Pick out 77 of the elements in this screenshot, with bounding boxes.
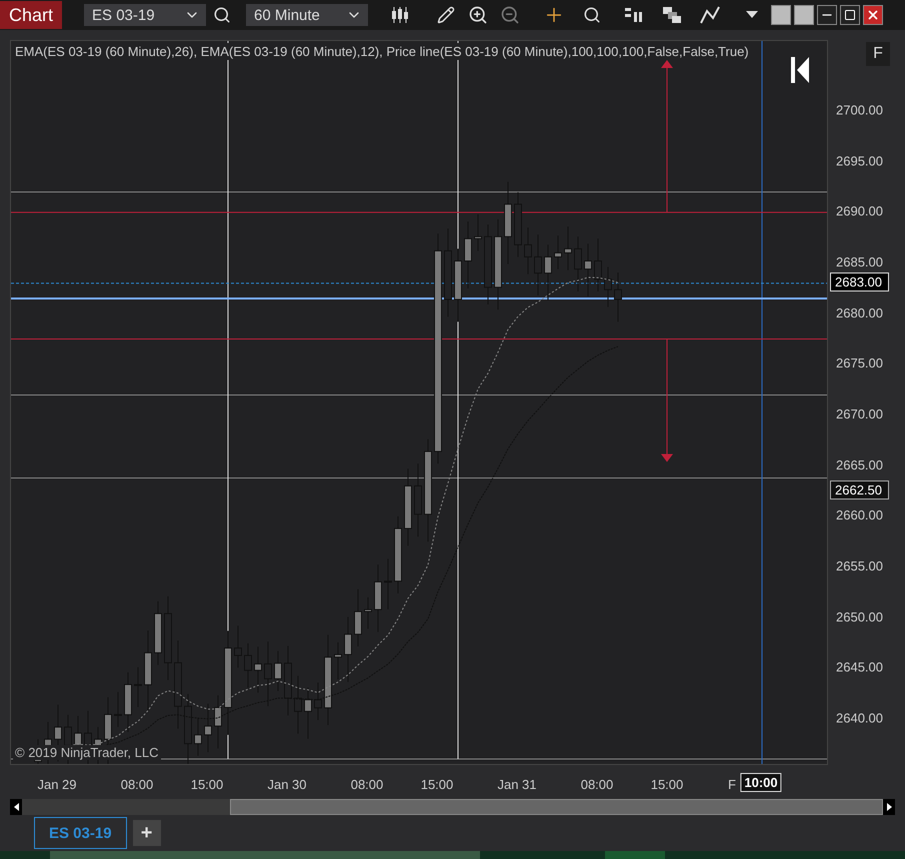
axis-label: 15:00 bbox=[190, 777, 224, 792]
back-icon bbox=[791, 57, 809, 83]
scrollbar-thumb[interactable] bbox=[230, 799, 883, 815]
candlestick bbox=[314, 682, 322, 720]
axis-label: Jan 30 bbox=[267, 777, 307, 792]
candlestick bbox=[544, 244, 552, 301]
crosshair-time: 10:00 bbox=[740, 773, 782, 792]
candlestick bbox=[474, 214, 482, 252]
instrument-dropdown[interactable]: ES 03-19 bbox=[84, 4, 206, 26]
axis-label: 2685.00 bbox=[836, 254, 883, 270]
candlestick bbox=[294, 675, 302, 734]
interval-dropdown[interactable]: 60 Minute bbox=[246, 4, 368, 26]
candlestick bbox=[264, 641, 272, 707]
candlestick bbox=[334, 642, 342, 680]
indicator-legend: EMA(ES 03-19 (60 Minute),26), EMA(ES 03-19 (60 Minute),12), Price line(ES 03-19 (60 Minute),100,100,100,False,False,True) bbox=[13, 43, 751, 60]
axis-label: 2650.00 bbox=[836, 609, 883, 624]
scroll-right-button[interactable] bbox=[883, 799, 895, 815]
maximize-icon bbox=[844, 9, 856, 21]
candlestick bbox=[284, 646, 292, 716]
candlestick bbox=[364, 596, 372, 630]
candlestick bbox=[574, 236, 582, 292]
axis-label: 2655.00 bbox=[836, 558, 883, 574]
candlestick bbox=[274, 650, 282, 692]
axis-label: 2695.00 bbox=[836, 153, 883, 168]
candlestick bbox=[124, 672, 132, 732]
axis-label: 08:00 bbox=[580, 777, 614, 792]
candlestick bbox=[354, 588, 362, 647]
close-icon bbox=[866, 8, 880, 22]
candlestick bbox=[344, 616, 352, 682]
axis-label: 2690.00 bbox=[836, 204, 883, 219]
axis-label: 08:00 bbox=[350, 777, 384, 792]
axis-label: Jan 31 bbox=[497, 777, 537, 792]
axis-label: 2645.00 bbox=[836, 660, 883, 675]
axis-label: 2665.00 bbox=[836, 457, 883, 472]
candlestick bbox=[254, 646, 262, 694]
candlestick bbox=[304, 687, 312, 740]
minimize-button[interactable] bbox=[817, 5, 838, 25]
axis-label: 2670.00 bbox=[836, 406, 883, 422]
candlestick bbox=[584, 243, 592, 297]
chart-tab[interactable]: ES 03-19 bbox=[34, 817, 127, 849]
price-marker: 2662.50 bbox=[830, 480, 889, 500]
candlestick bbox=[604, 266, 612, 308]
axis-label: 2680.00 bbox=[836, 305, 883, 320]
axis-label: F bbox=[728, 777, 736, 792]
axis-label: 08:00 bbox=[120, 777, 154, 792]
axis-label: 2700.00 bbox=[836, 102, 883, 118]
price-marker: 2683.00 bbox=[830, 272, 889, 292]
axis-label: 2660.00 bbox=[836, 508, 883, 523]
candlestick bbox=[534, 234, 542, 296]
candlestick bbox=[214, 694, 222, 749]
close-button[interactable] bbox=[863, 5, 884, 25]
axis-label: 2640.00 bbox=[836, 710, 883, 726]
panel-button[interactable]: F bbox=[866, 42, 890, 66]
candlestick bbox=[594, 238, 602, 292]
candlestick bbox=[514, 192, 522, 258]
copyright-text: © 2019 NinjaTrader, LLC bbox=[13, 745, 161, 760]
scroll-left-button[interactable] bbox=[10, 799, 22, 815]
right-arrow-icon bbox=[886, 803, 892, 811]
candlestick bbox=[204, 703, 212, 753]
candlestick bbox=[614, 272, 622, 322]
left-arrow-icon bbox=[14, 803, 18, 811]
candlestick bbox=[154, 600, 162, 666]
window-title: Chart bbox=[0, 1, 62, 29]
panel-icon[interactable] bbox=[771, 5, 792, 25]
maximize-button[interactable] bbox=[840, 5, 860, 25]
add-tab-button[interactable]: + bbox=[132, 820, 161, 846]
axis-label: 15:00 bbox=[420, 777, 454, 792]
panel-icon[interactable] bbox=[794, 5, 814, 25]
candlestick bbox=[554, 235, 562, 270]
candlestick bbox=[194, 717, 202, 756]
candlestick bbox=[374, 564, 382, 632]
candlestick bbox=[464, 220, 472, 289]
axis-label: 2675.00 bbox=[836, 356, 883, 371]
axis-label: 15:00 bbox=[650, 777, 684, 792]
axis-label: Jan 29 bbox=[37, 777, 77, 792]
candlestick bbox=[244, 642, 252, 688]
candlestick bbox=[564, 226, 572, 271]
